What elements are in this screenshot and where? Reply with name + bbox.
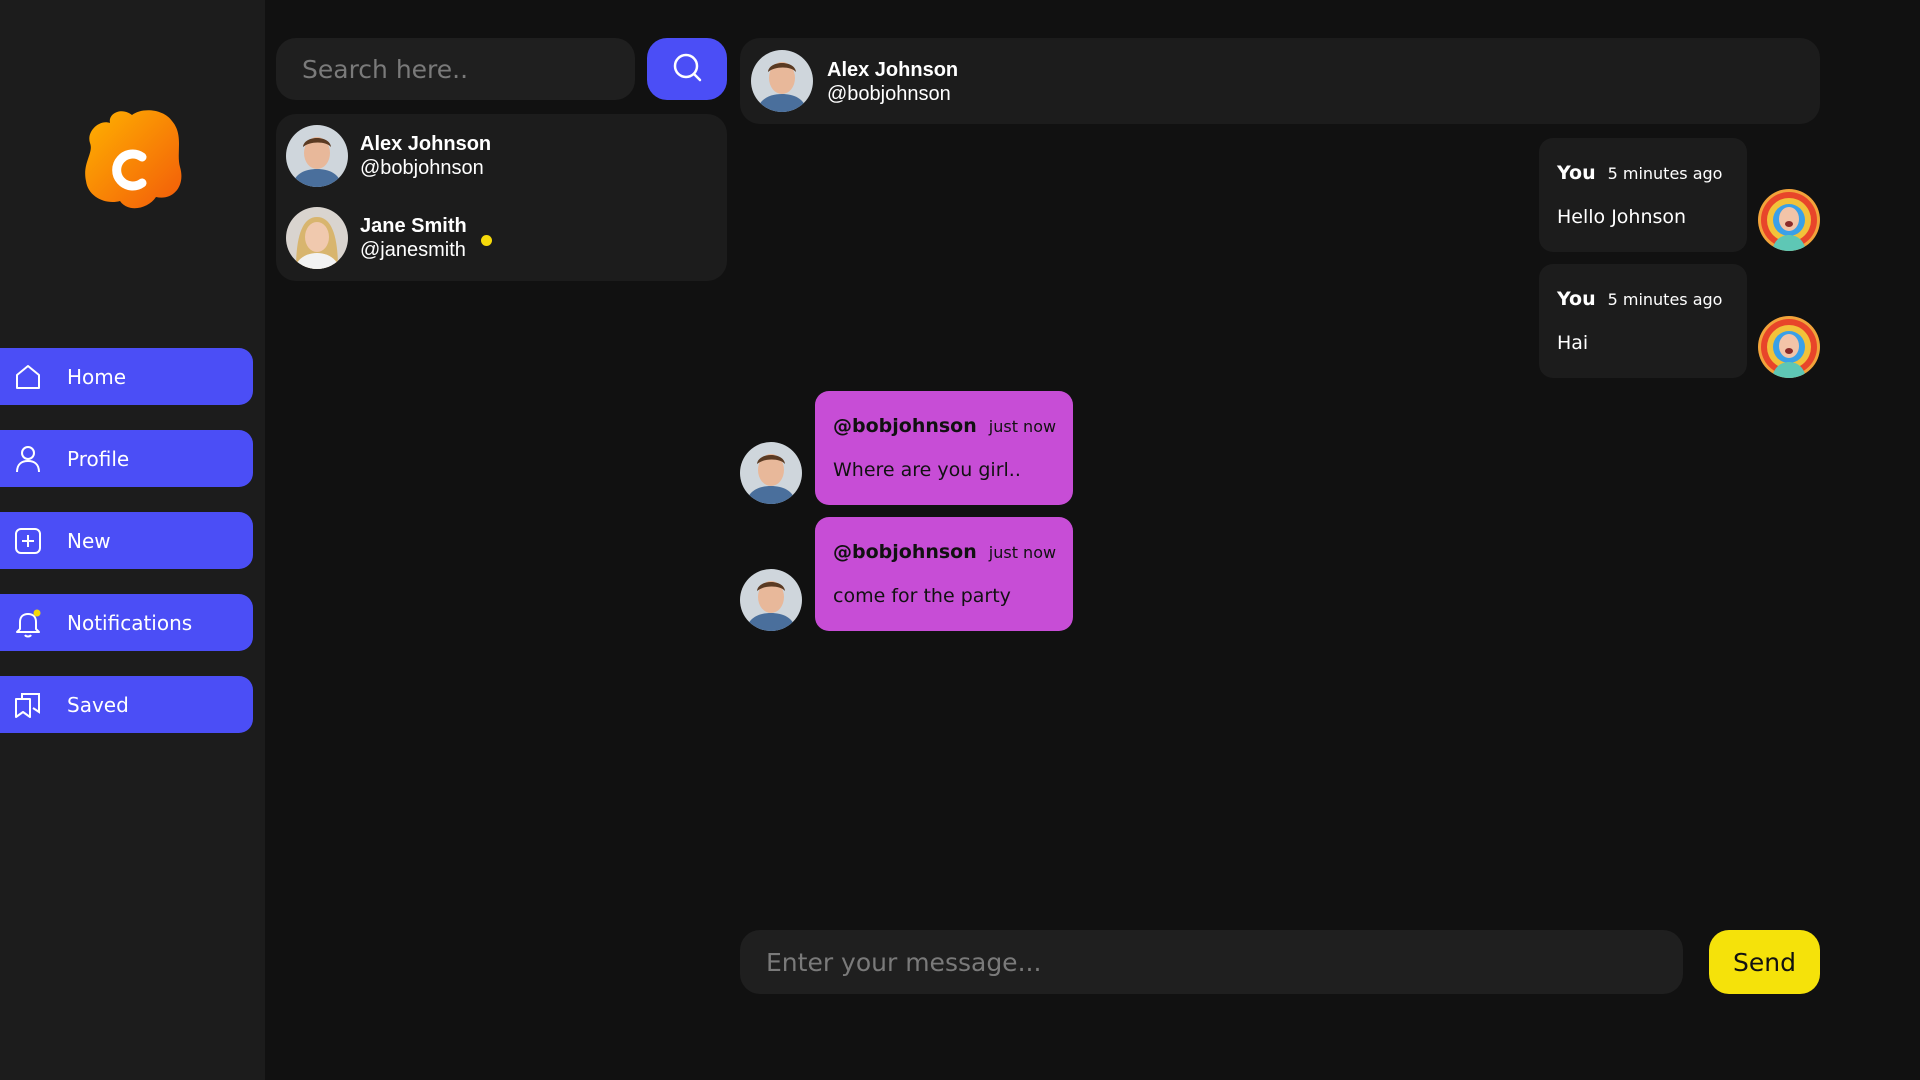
message-text: come for the party: [833, 585, 1011, 607]
nav-home[interactable]: Home: [0, 348, 253, 405]
message-incoming: @bobjohnson just now come for the party: [815, 517, 1073, 631]
chat-header-handle: @bobjohnson: [827, 83, 951, 105]
avatar: [740, 569, 802, 631]
search-icon: [670, 50, 704, 88]
online-status-dot: [480, 234, 492, 246]
contact-list: Alex Johnson @bobjohnson Jane Smith @jan…: [276, 114, 727, 281]
send-button[interactable]: Send: [1709, 930, 1820, 994]
message-text: Where are you girl..: [833, 459, 1021, 481]
contact-name: Alex Johnson: [360, 133, 492, 155]
contact-item[interactable]: Alex Johnson @bobjohnson: [286, 124, 706, 188]
message-author: You: [1557, 162, 1596, 184]
home-icon: [12, 361, 44, 393]
bell-icon: [12, 607, 44, 639]
message-time: just now: [988, 417, 1057, 436]
nav-saved-label: Saved: [67, 692, 129, 717]
avatar: [1758, 316, 1820, 378]
chat-header-name: Alex Johnson: [827, 59, 959, 81]
message-time: 5 minutes ago: [1607, 164, 1723, 183]
contact-handle: @bobjohnson: [360, 157, 484, 179]
contact-name: Jane Smith: [360, 215, 467, 237]
plus-square-icon: [12, 525, 44, 557]
app-logo[interactable]: [80, 105, 190, 225]
message-outgoing: You 5 minutes ago Hai: [1539, 264, 1747, 378]
bookmarks-icon: [12, 689, 44, 721]
message-outgoing: You 5 minutes ago Hello Johnson: [1539, 138, 1747, 252]
nav-profile[interactable]: Profile: [0, 430, 253, 487]
nav-notifications-label: Notifications: [67, 610, 193, 635]
message-author: @bobjohnson: [833, 415, 977, 437]
contact-item[interactable]: Jane Smith @janesmith: [286, 206, 706, 270]
message-author: @bobjohnson: [833, 541, 977, 563]
nav-profile-label: Profile: [67, 446, 130, 471]
avatar: [286, 125, 348, 187]
search-button[interactable]: [647, 38, 727, 100]
sidebar: Home Profile New Notifications Saved: [0, 0, 265, 1080]
chat-header: Alex Johnson @bobjohnson: [740, 38, 1820, 124]
avatar: [1758, 189, 1820, 251]
message-incoming: @bobjohnson just now Where are you girl.…: [815, 391, 1073, 505]
avatar: [740, 442, 802, 504]
nav-new[interactable]: New: [0, 512, 253, 569]
message-input[interactable]: [740, 930, 1683, 994]
message-text: Hello Johnson: [1557, 206, 1687, 228]
nav-saved[interactable]: Saved: [0, 676, 253, 733]
message-text: Hai: [1557, 332, 1589, 354]
user-icon: [12, 443, 44, 475]
avatar[interactable]: [751, 50, 813, 112]
chat-app: Home Profile New Notifications Saved Sea…: [0, 0, 1920, 1080]
nav-notifications[interactable]: Notifications: [0, 594, 253, 651]
nav-home-label: Home: [67, 364, 127, 389]
nav-new-label: New: [67, 528, 111, 553]
search-input[interactable]: [276, 38, 635, 100]
avatar: [286, 207, 348, 269]
message-author: You: [1557, 288, 1596, 310]
message-time: just now: [988, 543, 1057, 562]
contact-handle: @janesmith: [360, 239, 466, 261]
message-time: 5 minutes ago: [1607, 290, 1723, 309]
